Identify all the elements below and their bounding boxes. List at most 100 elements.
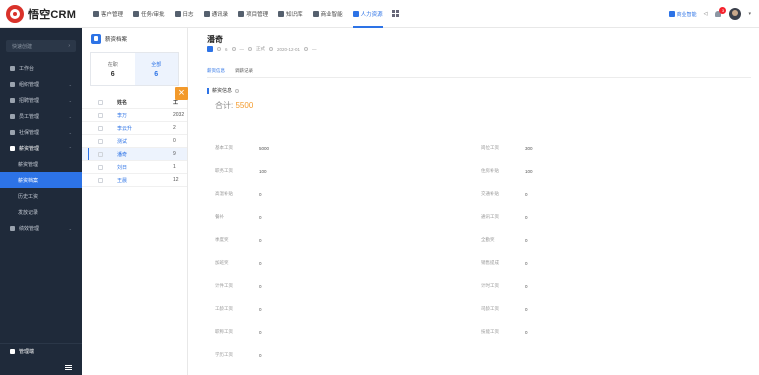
app-logo[interactable]: 悟空CRM — [0, 0, 88, 28]
collapse-sidebar-button[interactable] — [0, 359, 82, 375]
employee-list-panel: 薪资档案 在职 6 全部 6 姓名 工 李万 2032 李云升 2 测试 0 潘奇 9 刘日 1 王… — [82, 28, 188, 375]
meta-gender: — — [239, 46, 245, 52]
employee-name[interactable]: 王晨 — [117, 177, 173, 184]
salary-field-row: 基本工资 5000 — [215, 144, 269, 152]
nav-item-2[interactable]: 日志 — [170, 0, 199, 28]
table-row[interactable]: 潘奇 9 — [82, 148, 187, 161]
field-value: 0 — [259, 237, 262, 243]
sidebar-item-5[interactable]: 薪资管理 ⌃ — [0, 140, 82, 156]
salary-field-row: 销售提成 0 — [481, 259, 528, 267]
sidebar-subitem-0[interactable]: 薪资管理 — [0, 156, 82, 172]
filter-all[interactable]: 全部 6 — [134, 53, 178, 85]
meta-dept: — — [312, 46, 317, 52]
field-label: 交通补贴 — [481, 191, 499, 196]
row-checkbox[interactable] — [98, 112, 103, 118]
dashboard-icon — [10, 65, 15, 71]
row-checkbox[interactable] — [98, 177, 103, 183]
field-label: 计时工资 — [481, 283, 499, 288]
edit-icon[interactable] — [207, 46, 213, 52]
filter-label: 全部 — [151, 61, 162, 68]
sidebar-item-2[interactable]: 招聘管理 ⌄ — [0, 92, 82, 108]
org-icon — [10, 81, 15, 87]
sidebar-item-1[interactable]: 组织管理 ⌄ — [0, 76, 82, 92]
sidebar-item-4[interactable]: 社保管理 ⌄ — [0, 124, 82, 140]
column-header-name: 姓名 — [117, 99, 128, 106]
table-row[interactable]: 测试 0 — [82, 135, 187, 148]
sidebar-item-label: 工作台 — [19, 65, 35, 72]
contacts-icon — [203, 10, 210, 17]
row-checkbox[interactable] — [98, 138, 103, 144]
table-header-row: 姓名 工 — [82, 96, 187, 109]
salary-field-row: 职务工资 100 — [215, 167, 267, 175]
sidebar-subitem-3[interactable]: 发放记录 — [0, 204, 82, 220]
row-checkbox[interactable] — [98, 125, 103, 131]
sidebar-item-performance[interactable]: 绩效管理 ⌄ — [0, 220, 82, 236]
close-detail-button[interactable]: × — [175, 87, 188, 100]
nav-item-3[interactable]: 通讯录 — [199, 0, 234, 28]
sidebar-item-3[interactable]: 员工管理 ⌄ — [0, 108, 82, 124]
nav-item-5[interactable]: 知识库 — [273, 0, 308, 28]
user-avatar[interactable] — [729, 8, 742, 20]
employee-name[interactable]: 测试 — [117, 138, 173, 145]
employee-value: 2 — [173, 125, 176, 131]
nav-item-label: 任务/审批 — [141, 11, 165, 18]
notification-bell-icon[interactable]: 3 — [714, 7, 727, 18]
table-row[interactable]: 李云升 2 — [82, 122, 187, 135]
salary-detail-panel: 潘奇 6 — 正式 2020-12-01 — 薪资信息 调薪记录 薪资信息 合计… — [196, 28, 759, 375]
field-value: 0 — [259, 260, 262, 266]
sidebar-item-0[interactable]: 工作台 — [0, 60, 82, 76]
employee-name[interactable]: 李云升 — [117, 125, 173, 132]
quick-create-button[interactable]: 快速创建 › — [6, 40, 76, 52]
field-value: 300 — [525, 145, 533, 151]
employee-value: 12 — [173, 177, 179, 183]
employee-name[interactable]: 潘奇 — [117, 151, 173, 158]
bi-shortcut-label: 商业智能 — [676, 11, 697, 18]
admin-console-link[interactable]: 管理端 — [0, 343, 82, 359]
salary-icon — [10, 145, 15, 151]
sidebar-subitem-1[interactable]: 薪资档案 — [0, 172, 82, 188]
tabs-divider — [207, 77, 751, 78]
field-label: 季度奖 — [215, 237, 229, 242]
nav-item-1[interactable]: 任务/审批 — [128, 0, 170, 28]
employee-table: 姓名 工 李万 2032 李云升 2 测试 0 潘奇 9 刘日 1 王晨 12 — [82, 96, 187, 187]
performance-icon — [10, 225, 15, 231]
nav-item-7[interactable]: 人力资源 — [348, 0, 388, 28]
field-value: 0 — [525, 260, 528, 266]
help-icon[interactable] — [235, 88, 240, 93]
chevron-down-icon: ⌄ — [68, 113, 72, 119]
project-icon — [238, 10, 245, 17]
row-checkbox[interactable] — [98, 151, 103, 157]
field-label: 技能工资 — [481, 329, 499, 334]
select-all-checkbox[interactable] — [98, 99, 103, 105]
table-row[interactable]: 李万 2032 — [82, 109, 187, 122]
nav-item-4[interactable]: 项目管理 — [233, 0, 273, 28]
field-value: 0 — [259, 191, 262, 197]
employee-name[interactable]: 李万 — [117, 112, 173, 119]
field-label: 全勤奖 — [481, 237, 495, 242]
nav-item-6[interactable]: 商业智能 — [308, 0, 348, 28]
table-row[interactable]: 刘日 1 — [82, 161, 187, 174]
close-icon: × — [178, 87, 185, 99]
bi-shortcut[interactable]: 商业智能 — [668, 11, 697, 18]
user-menu-chevron-down-icon[interactable]: ▾ — [748, 11, 751, 17]
employee-value: 1 — [173, 164, 176, 170]
salary-field-row: 季度奖 0 — [215, 236, 262, 244]
field-label: 司龄工资 — [481, 306, 499, 311]
field-label: 计件工资 — [215, 283, 233, 288]
nav-item-label: 通讯录 — [211, 11, 229, 18]
nav-item-label: 客户管理 — [101, 11, 124, 18]
apps-grid-icon[interactable] — [391, 10, 399, 17]
salary-field-row: 学历工资 0 — [215, 351, 262, 359]
salary-archive-icon — [91, 34, 101, 44]
row-checkbox[interactable] — [98, 164, 103, 170]
admin-icon — [10, 349, 15, 354]
sidebar-subitem-2[interactable]: 历史工资 — [0, 188, 82, 204]
employee-name[interactable]: 刘日 — [117, 164, 173, 171]
filter-employed[interactable]: 在职 6 — [91, 53, 135, 85]
sound-icon[interactable]: ◁ — [704, 11, 708, 17]
nav-item-0[interactable]: 客户管理 — [88, 0, 128, 28]
field-value: 0 — [259, 283, 262, 289]
panel-title: 薪资档案 — [105, 37, 128, 43]
filter-count: 6 — [110, 70, 115, 78]
table-row[interactable]: 王晨 12 — [82, 174, 187, 187]
